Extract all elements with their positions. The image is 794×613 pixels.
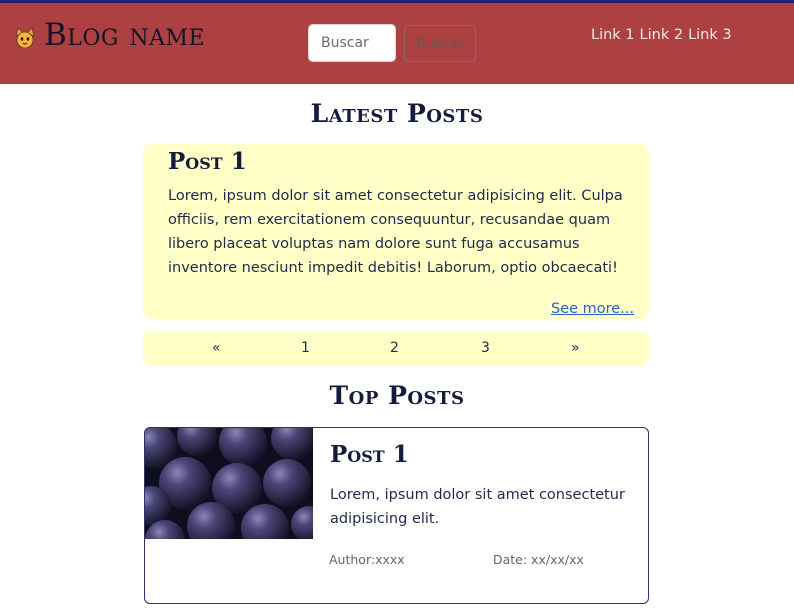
search-input[interactable] (308, 24, 396, 62)
nav-link-2[interactable]: Link 2 (640, 27, 684, 43)
main-nav: Link 1 Link 2 Link 3 (591, 27, 732, 43)
pagination-next[interactable]: » (571, 340, 580, 356)
post-body: Lorem, ipsum dolor sit amet consectetur … (330, 487, 625, 527)
top-posts-title: Top Posts (329, 381, 465, 410)
post-title: Post 1 (330, 441, 409, 468)
search-button[interactable]: Buscar (404, 25, 476, 62)
brand-name: Blog name (44, 17, 206, 53)
pagination: « 1 2 3 » (143, 331, 649, 366)
site-header: Blog name Buscar Link 1 Link 2 Link 3 (0, 3, 794, 84)
post-date: Date: xx/xx/xx (493, 552, 584, 567)
top-post-card: Post 1 Lorem, ipsum dolor sit amet conse… (144, 427, 649, 604)
pagination-page-1[interactable]: 1 (301, 340, 310, 356)
plums-photo (145, 428, 313, 539)
brand[interactable]: Blog name (14, 17, 205, 53)
latest-posts-title: Latest Posts (310, 99, 484, 128)
post-title: Post 1 (168, 148, 247, 175)
pagination-prev[interactable]: « (212, 340, 221, 356)
latest-post-card: Post 1 Lorem, ipsum dolor sit amet conse… (143, 144, 649, 319)
pagination-page-3[interactable]: 3 (481, 340, 490, 356)
pagination-page-2[interactable]: 2 (390, 340, 399, 356)
nav-link-1[interactable]: Link 1 (591, 27, 635, 43)
post-body: Lorem, ipsum dolor sit amet consectetur … (168, 188, 623, 276)
post-author: Author:xxxx (329, 552, 405, 567)
see-more-link[interactable]: See more... (551, 301, 634, 317)
cat-face-icon (15, 27, 35, 49)
nav-link-3[interactable]: Link 3 (688, 27, 732, 43)
